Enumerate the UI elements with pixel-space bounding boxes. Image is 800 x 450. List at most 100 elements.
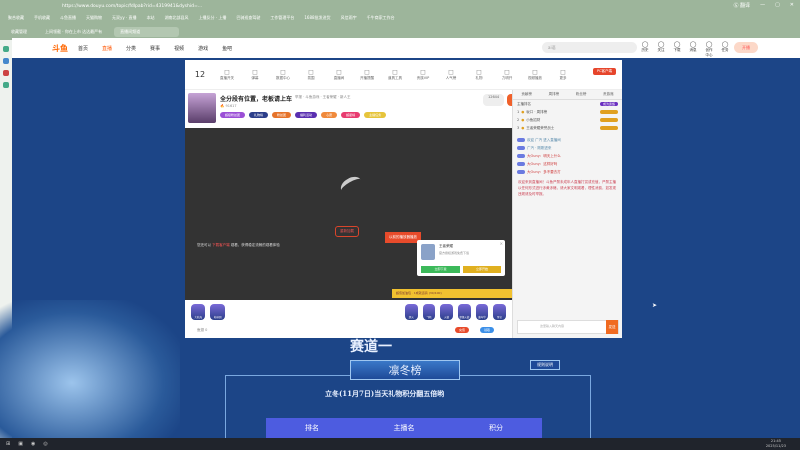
rank-row[interactable]: 1 ● 坂口 · 周排榜 — [513, 108, 622, 116]
toolbar-item[interactable]: ◻ 直播开关 — [219, 68, 235, 81]
gift-item[interactable]: 飞机 — [422, 304, 436, 320]
gift-item[interactable]: 梦幻 — [493, 304, 506, 320]
toolbar-item[interactable]: ◻ 力明开 — [499, 68, 515, 81]
browser-tab[interactable]: 收藏管理 — [5, 27, 33, 37]
room-badge[interactable]: 主播任务 — [364, 112, 387, 118]
room-badge[interactable]: 福利活动 — [295, 112, 318, 118]
room-badge[interactable]: 心愿 — [321, 112, 338, 118]
bookmark-item[interactable]: 千牛商家工作台 — [367, 13, 395, 22]
recharge-button[interactable]: 充值 — [455, 327, 470, 333]
header-icon: ◯ — [673, 41, 681, 48]
rules-button[interactable]: 规则说明 — [530, 360, 560, 370]
rank-tab[interactable]: 周排榜 — [540, 90, 567, 99]
toolbar-item[interactable]: ◻ 开播提醒 — [359, 68, 375, 81]
chat-input[interactable]: 这里输入聊天内容 — [517, 320, 619, 334]
rank-row[interactable]: 3 ● 王者荣耀荣誉战士 — [513, 124, 622, 132]
start-icon[interactable]: ⊞ — [6, 441, 10, 447]
toolbar-item[interactable]: ◻ 弹幕 — [247, 68, 263, 81]
nav-item[interactable]: 赛事 — [150, 45, 160, 52]
nav-item[interactable]: 直播 — [102, 45, 112, 52]
header-icon-label: 历史 — [641, 48, 649, 52]
browser-tab[interactable]: 上间领截 · 你在上市 达达最严有 — [39, 27, 108, 37]
toolbar-item[interactable]: ◻ 数据中心 — [275, 68, 291, 81]
gift-item[interactable]: 嘉年华 — [475, 304, 489, 320]
nav-item[interactable]: 游戏 — [198, 45, 208, 52]
close-icon[interactable]: × — [500, 241, 503, 246]
start-game-button[interactable]: 立即开始 — [463, 266, 501, 273]
fan-badge — [600, 126, 618, 130]
toolbar-item[interactable]: ◻ 视频播放 — [527, 68, 543, 81]
bookmark-item[interactable]: 本站 — [147, 13, 155, 22]
bookmark-item[interactable]: 天猫购物 — [86, 13, 102, 22]
app-icon[interactable]: ◉ — [31, 441, 35, 447]
bookmark-item[interactable]: 斗鱼直播 — [60, 13, 76, 22]
app-icon[interactable]: ▣ — [18, 441, 23, 447]
header-icon-2[interactable]: ◯ 下载 — [672, 41, 682, 58]
rank-tab[interactable]: 贡献榜 — [513, 90, 540, 99]
room-badge[interactable]: 超星榜 — [341, 112, 361, 118]
gift-item[interactable]: 超级火箭 — [457, 304, 471, 320]
nav-item[interactable]: 分类 — [126, 45, 136, 52]
become-noble-button[interactable]: 成为贵族 — [599, 102, 618, 106]
bookmark-item[interactable]: 工作管理平台 — [270, 13, 294, 22]
minimize-icon[interactable]: — — [760, 2, 765, 9]
translate-button[interactable]: Ⓖ 翻译 — [733, 2, 750, 9]
old-player-tag[interactable]: 以前的播放器播放 — [385, 232, 421, 243]
header-icon-0[interactable]: ◯ 历史 — [640, 41, 650, 58]
browser-icon[interactable]: ◎ — [43, 441, 47, 447]
toolbar-item[interactable]: ◻ 氛围 — [303, 68, 319, 81]
promo-bar[interactable]: 超值加油包 · 1成就道具 (30/100) — [392, 289, 512, 298]
claim-button[interactable]: 领取 — [480, 327, 495, 333]
bookmark-item[interactable]: 风信雨宇 — [341, 13, 357, 22]
room-badge[interactable]: 粉丝团 — [272, 112, 292, 118]
room-badge[interactable]: 礼物榜 — [249, 112, 269, 118]
header-icon-4[interactable]: ◯ 创作中心 — [704, 41, 714, 58]
bookmark-item[interactable]: 无双yy · 直播 — [112, 13, 137, 22]
gift-item[interactable]: 大航海 — [191, 304, 206, 320]
video-player[interactable]: 重新加载 您还可以 下载客户端 观看，获得稳定流畅的观看体验 以前的播放器播放 … — [185, 128, 512, 300]
bookmark-item[interactable]: 上播反分 · 上播 — [199, 13, 227, 22]
rank-tab[interactable]: 贵族席 — [595, 90, 622, 99]
bookmark-item[interactable]: 1688批发进货 — [304, 13, 330, 22]
douyu-logo[interactable]: 斗鱼 — [52, 43, 68, 54]
message-text: 欢迎 广汽 进入直播间 — [527, 137, 561, 142]
maximize-icon[interactable]: ▢ — [775, 2, 780, 9]
toolbar-item[interactable]: ◻ 直播间 — [331, 68, 347, 81]
header-icon-3[interactable]: ◯ 消息 — [688, 41, 698, 58]
gift-item[interactable]: 火箭 — [440, 304, 453, 320]
address-bar[interactable]: https://www.douyu.com/topic/fdlpab?rid=4… — [62, 2, 482, 11]
nav-item[interactable]: 鱼吧 — [222, 45, 232, 52]
toolbar-item[interactable]: ◻ 礼物 — [471, 68, 487, 81]
room-meta[interactable]: 举报 · 斗鱼游戏 · 王者荣耀 · 新人王 — [295, 95, 351, 100]
close-icon[interactable]: ✕ — [790, 2, 794, 9]
browser-tab[interactable]: 直播间频道 — [114, 26, 180, 37]
gift-item[interactable]: 粉丝团 — [210, 304, 225, 320]
toolbar-item[interactable]: ◻ 道具工具 — [387, 68, 403, 81]
header-icon-1[interactable]: ◯ 关注 — [656, 41, 666, 58]
header-icon-5[interactable]: ◯ 任务 — [720, 41, 730, 58]
room-badge[interactable]: 超级粉丝团 — [220, 112, 246, 118]
nav-item[interactable]: 首页 — [78, 45, 88, 52]
send-button[interactable]: 发送 — [606, 320, 618, 334]
download-client-link[interactable]: 下载客户端 — [212, 243, 230, 247]
bookmark-item[interactable]: 巴骑巡查驾驶 — [236, 13, 260, 22]
gift-item[interactable]: 超火 — [404, 304, 418, 320]
bookmark-item[interactable]: 湖南北部县风 — [165, 13, 189, 22]
bookmark-item[interactable]: 手机收藏 — [34, 13, 50, 22]
streamer-avatar[interactable] — [188, 93, 216, 123]
level-badge — [517, 138, 525, 142]
nav-item[interactable]: 视频 — [174, 45, 184, 52]
rank-row[interactable]: 2 ● 小鱼招财 — [513, 116, 622, 124]
go-live-button[interactable]: 开播 — [734, 42, 758, 53]
rank-tab[interactable]: 粉丝榜 — [568, 90, 595, 99]
toolbar-item[interactable]: ◻ 贵族VIP — [415, 68, 431, 81]
download-game-button[interactable]: 立即下载 — [421, 266, 460, 273]
hot-count: 91617 — [225, 104, 237, 108]
search-input[interactable]: ai语 — [542, 42, 637, 53]
reload-button[interactable]: 重新加载 — [335, 226, 359, 237]
toolbar-item[interactable]: ◻ 人气榜 — [443, 68, 459, 81]
user-avatar: ● — [521, 118, 525, 122]
toolbar-item[interactable]: ◻ 更多 — [555, 68, 571, 81]
bookmark-item[interactable]: 聚合收藏 — [8, 13, 24, 22]
pc-client-button[interactable]: PC客户端 — [592, 68, 616, 75]
